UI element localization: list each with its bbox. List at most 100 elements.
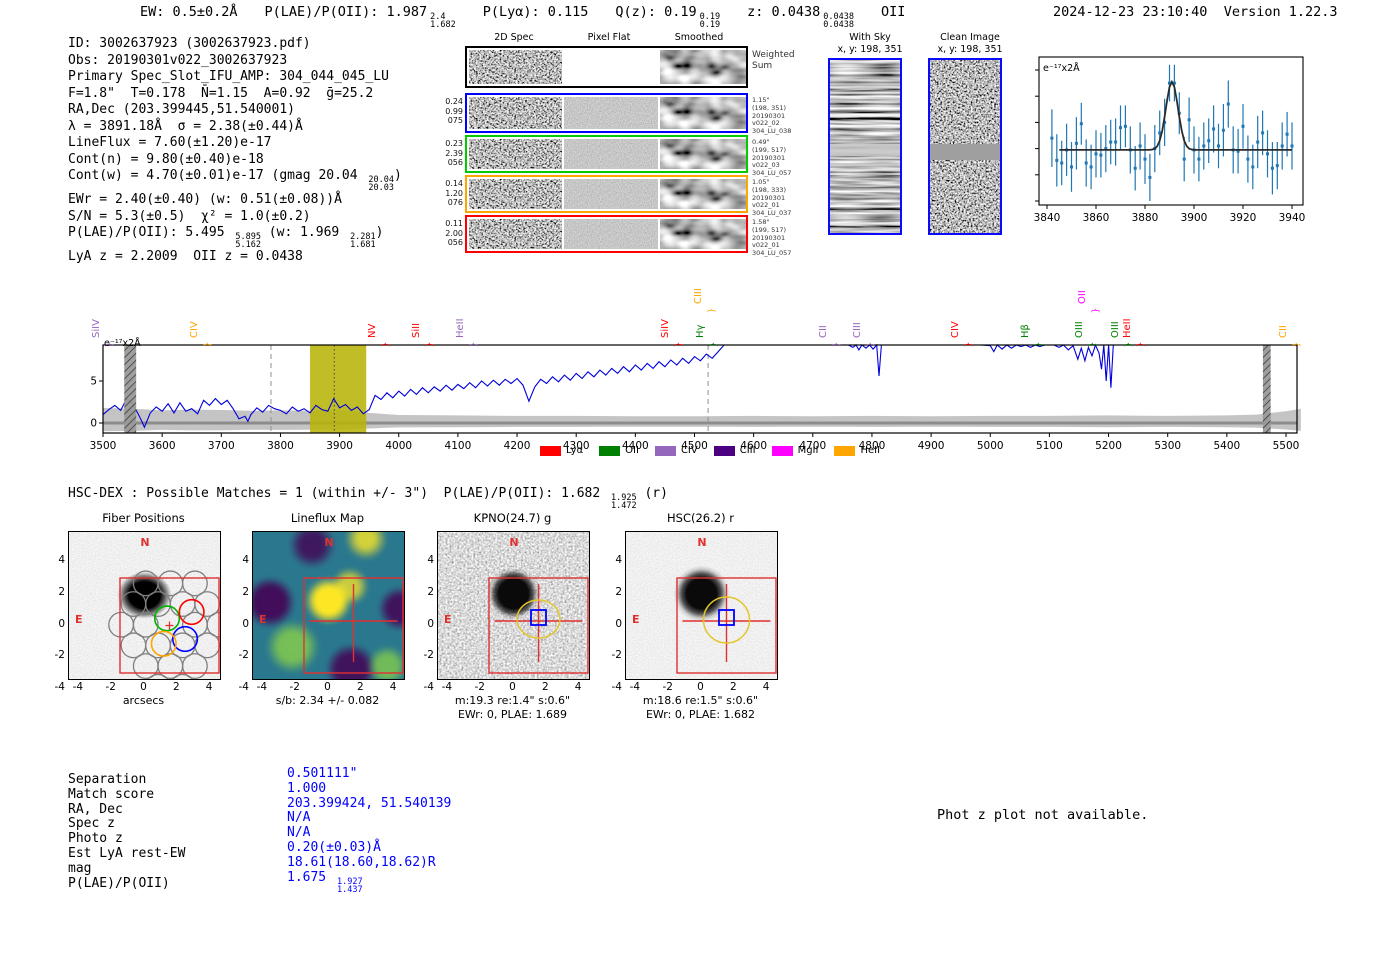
spec2d-right-labels: 1.05" (198, 333) 20190301 v022_01 304_LU_037 <box>752 178 791 218</box>
info-line-stack-bottom: 5.162 <box>235 240 261 251</box>
spec2d-panel-img <box>660 139 746 169</box>
data-point <box>1187 118 1191 122</box>
info-line-text: Primary Spec_Slot_IFU_AMP: 304_044_045_L… <box>68 69 389 85</box>
spec2d-panel-svg <box>660 179 746 209</box>
cutout-image-box: NE <box>68 531 221 680</box>
legend-item-HeII: HeII <box>834 445 880 456</box>
data-point <box>1226 102 1230 106</box>
y-tick-label: 5 <box>90 376 97 388</box>
line-fit-plot-svg: 384038603880390039203940012345e⁻¹⁷x2Å <box>1032 56 1305 224</box>
report-datetime: 2024-12-23 23:10:40 <box>1053 4 1208 20</box>
east-label: E <box>632 613 640 626</box>
legend-label: OII <box>625 445 639 456</box>
hsc-dex-stack: 1.925 1.472 <box>611 494 637 511</box>
header-part: z: 0.0438 0.0438 0.0438 <box>747 4 854 29</box>
data-point <box>1241 124 1245 128</box>
info-line-text: Cont(n) = 9.80(±0.40)e-18 <box>68 151 264 167</box>
photz-note: Phot z plot not available. <box>937 807 1149 823</box>
match-value-text: 1.000 <box>287 780 327 796</box>
info-line-stack-bottom: 20.03 <box>368 183 395 194</box>
header-part: P(LAE)/P(OII): 1.987 2.4 1.682 <box>265 4 456 29</box>
cutout-xtick: 0 <box>509 681 516 693</box>
east-label: E <box>259 613 267 626</box>
match-value-text: 0.501111" <box>287 766 358 781</box>
emission-label-brace: { <box>672 341 683 348</box>
x-tick-label: 3900 <box>1181 212 1208 224</box>
match-value: 0.501111" <box>287 766 357 781</box>
x-tick-label: 3840 <box>1034 212 1061 224</box>
emission-label-SiII: SiII <box>410 322 422 338</box>
emission-label-Hγ: Hγ <box>695 324 707 338</box>
spec2d-panel-img <box>564 97 658 129</box>
info-line-stack: 20.04 20.03 <box>368 176 395 194</box>
data-point <box>1246 157 1250 161</box>
header-part-stack-bottom: 1.682 <box>430 20 456 30</box>
header-part: P(Lyα): 0.115 <box>483 4 589 29</box>
match-value: 1.675 1.927 1.437 <box>287 870 363 894</box>
info-line-4: RA,Dec (203.399445,51.540001) <box>68 102 402 119</box>
cutout-annotations <box>488 577 589 674</box>
cutout-xtick: 4 <box>574 681 582 693</box>
spec2d-left-label: 0.99 <box>445 106 463 116</box>
cutout-hsc: HSC(26.2) r N E 4 2 0 -2 -4 -4 -2 0 2 4 m:18.6 re:1.5… <box>600 511 801 726</box>
data-point <box>1133 166 1137 170</box>
spec2d-panel-img <box>564 139 658 169</box>
spec2d-left-label: 2.00 <box>445 228 463 238</box>
spec2d-left-label: 2.39 <box>445 148 463 158</box>
legend-swatch <box>654 445 676 456</box>
data-point <box>1143 157 1147 161</box>
legend-label: MgII <box>797 445 819 456</box>
cutout-ytick: 4 <box>58 553 65 566</box>
match-label: Photo z <box>68 831 123 847</box>
cutout-ytick: 2 <box>615 585 622 598</box>
spec2d-left-label: 0.14 <box>445 179 463 188</box>
data-point <box>1290 144 1294 148</box>
cutout-xtick: 4 <box>762 681 770 693</box>
emission-label-CII: CII <box>817 325 829 338</box>
cutout-xtick: -2 <box>474 681 485 693</box>
header-part-text: P(LAE)/P(OII): 1.987 <box>264 4 428 20</box>
emission-label-brace: { <box>1134 341 1145 348</box>
spec2d-left-label: 0.11 <box>445 219 463 228</box>
data-point <box>1251 165 1255 169</box>
legend-label: CIII <box>739 445 756 456</box>
x-tick-label: 5300 <box>1154 440 1181 452</box>
detection-info-block: ID: 3002637923 (3002637923.pdf) Obs: 2019… <box>68 36 402 266</box>
x-tick-label: 3800 <box>267 440 294 452</box>
info-line-1: Obs: 20190301v022_3002637923 <box>68 53 402 70</box>
cutout-ytick: -4 <box>238 681 249 694</box>
match-value: 0.20(±0.03)Å <box>287 840 381 855</box>
info-line-text: ) <box>394 168 402 184</box>
cutout-ytick: 2 <box>242 585 249 598</box>
data-point <box>1197 157 1201 161</box>
match-label: Spec z <box>68 816 115 832</box>
data-point <box>1060 161 1064 165</box>
info-line-2: Primary Spec_Slot_IFU_AMP: 304_044_045_L… <box>68 69 402 86</box>
info-line-stack: 2.281 1.681 <box>350 233 376 250</box>
info-line-text: ID: 3002637923 (3002637923.pdf) <box>68 36 311 51</box>
spec2d-left-label: 056 <box>447 158 463 167</box>
header-part-stack: 0.0438 0.0438 <box>823 13 854 30</box>
cutout-ytick: 4 <box>427 553 434 566</box>
cutout-caption: m:18.6 re:1.5" s:0.6" <box>642 694 759 707</box>
x-tick-label: 3700 <box>208 440 235 452</box>
legend-item-OII: OII <box>599 445 639 456</box>
legend-label: HeII <box>860 445 881 456</box>
legend-label: CIV <box>680 445 698 456</box>
info-line-6: LineFlux = 7.60(±1.20)e-17 <box>68 135 402 152</box>
cutout-xtick: 4 <box>389 681 397 693</box>
info-line-text: F=1.8" T=0.178 N̄=1.15 A=0.92 ḡ=25.2 <box>68 85 374 101</box>
spec2d-panel-svg <box>469 179 562 209</box>
cutout-xtick: -4 <box>629 681 641 693</box>
data-point <box>1119 126 1122 130</box>
legend-swatch <box>771 445 793 456</box>
data-point <box>1275 164 1279 168</box>
north-label: N <box>509 536 519 549</box>
match-label: RA, Dec <box>68 801 123 817</box>
match-label: Est LyA rest-EW <box>68 846 186 861</box>
with-sky-coords: x, y: 198, 351 <box>837 43 903 55</box>
data-point <box>1280 144 1284 148</box>
match-value: 203.399424, 51.540139 <box>287 796 451 811</box>
spectrum-ylabel: e⁻¹⁷x2Å <box>104 338 141 349</box>
spec2d-panel-img <box>564 219 658 249</box>
